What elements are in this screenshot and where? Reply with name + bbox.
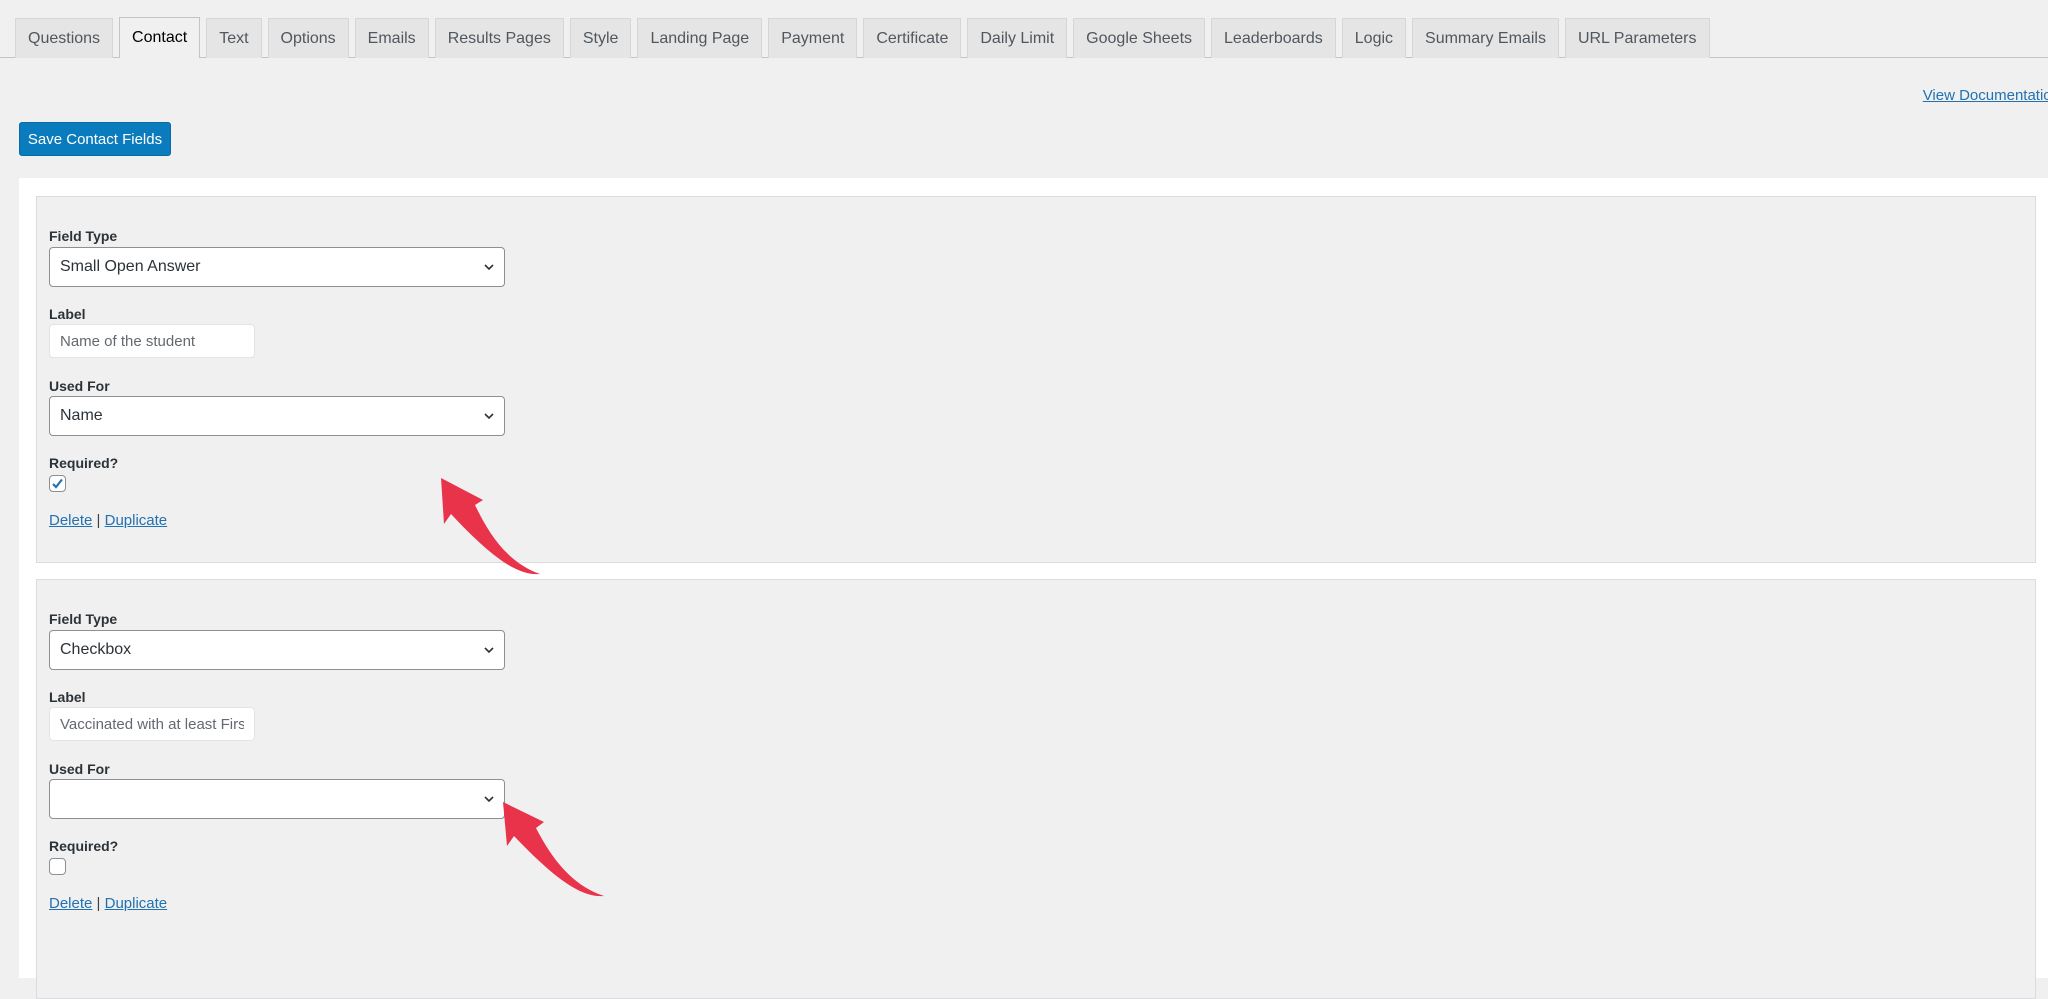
view-documentation-link[interactable]: View Documentation [1923, 87, 2048, 104]
label-label: Label [49, 306, 86, 322]
contact-fields-panel: Field Type Small Open Answer Label Used … [19, 178, 2048, 999]
label-input[interactable] [49, 707, 255, 741]
save-contact-fields-button[interactable]: Save Contact Fields [19, 122, 171, 156]
used-for-select[interactable] [49, 779, 505, 819]
used-for-value: Name [60, 407, 103, 424]
field-type-label: Field Type [49, 228, 118, 244]
tab-leaderboards[interactable]: Leaderboards [1211, 18, 1336, 58]
chevron-down-icon [484, 264, 494, 271]
tab-contact[interactable]: Contact [119, 17, 201, 58]
field-type-value: Small Open Answer [60, 258, 201, 275]
tab-payment[interactable]: Payment [768, 18, 858, 58]
red-curved-arrow-icon [503, 802, 604, 897]
tab-options[interactable]: Options [267, 18, 349, 58]
red-curved-arrow-icon [441, 478, 540, 575]
contact-field-card: Field Type Checkbox Label Used For Requi… [36, 579, 2036, 999]
tab-text[interactable]: Text [206, 18, 262, 58]
contact-field-card: Field Type Small Open Answer Label Used … [36, 196, 2036, 563]
tab-url-parameters[interactable]: URL Parameters [1564, 18, 1710, 58]
tab-style[interactable]: Style [569, 18, 632, 58]
tab-summary-emails[interactable]: Summary Emails [1412, 18, 1559, 58]
field-type-label: Field Type [49, 611, 118, 627]
card-actions: Delete | Duplicate [49, 512, 167, 529]
used-for-select[interactable]: Name [49, 396, 505, 436]
chevron-down-icon [484, 413, 494, 420]
tab-emails[interactable]: Emails [354, 18, 429, 58]
checkmark-icon [52, 478, 63, 489]
action-separator: | [96, 895, 101, 912]
delete-link[interactable]: Delete [49, 895, 92, 912]
tab-google-sheets[interactable]: Google Sheets [1073, 18, 1206, 58]
required-checkbox[interactable] [49, 858, 66, 875]
delete-link[interactable]: Delete [49, 512, 92, 529]
field-type-value: Checkbox [60, 641, 132, 658]
chevron-down-icon [484, 796, 494, 803]
label-label: Label [49, 689, 86, 705]
chevron-down-icon [484, 647, 494, 654]
card-actions: Delete | Duplicate [49, 895, 167, 912]
required-checkbox[interactable] [49, 475, 66, 492]
used-for-label: Used For [49, 761, 110, 777]
tab-questions[interactable]: Questions [15, 18, 114, 58]
field-type-select[interactable]: Small Open Answer [49, 247, 505, 287]
tab-bar: Questions Contact Text Options Emails Re… [0, 17, 2048, 58]
duplicate-link[interactable]: Duplicate [105, 895, 168, 912]
action-separator: | [96, 512, 101, 529]
used-for-label: Used For [49, 378, 110, 394]
tab-logic[interactable]: Logic [1341, 18, 1407, 58]
required-label: Required? [49, 838, 119, 854]
tab-certificate[interactable]: Certificate [863, 18, 962, 58]
label-input[interactable] [49, 324, 255, 358]
field-type-select[interactable]: Checkbox [49, 630, 505, 670]
tab-landing-page[interactable]: Landing Page [637, 18, 763, 58]
tab-results-pages[interactable]: Results Pages [434, 18, 564, 58]
tab-daily-limit[interactable]: Daily Limit [967, 18, 1068, 58]
required-label: Required? [49, 455, 119, 471]
duplicate-link[interactable]: Duplicate [105, 512, 168, 529]
